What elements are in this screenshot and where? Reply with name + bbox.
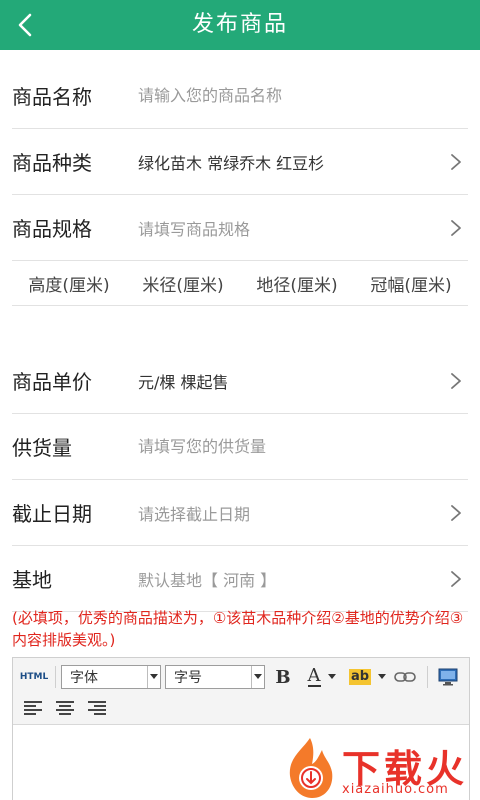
align-center-icon — [56, 701, 74, 715]
chevron-right-icon — [451, 372, 461, 389]
font-size-select[interactable]: 字号 — [165, 665, 265, 689]
product-category-row[interactable]: 商品种类 绿化苗木 常绿乔木 红豆杉 — [12, 129, 468, 195]
chevron-right-icon — [451, 153, 461, 170]
base-label: 基地 — [12, 568, 52, 592]
product-name-label: 商品名称 — [12, 85, 92, 109]
highlight-color-button[interactable]: ab — [345, 665, 391, 689]
spec-column-crown-width: 冠幅(厘米) — [370, 275, 452, 296]
unit-price-value: 元/棵 棵起售 — [138, 372, 229, 392]
dropdown-arrow-icon — [251, 666, 264, 688]
product-category-value: 绿化苗木 常绿乔木 红豆杉 — [138, 153, 325, 173]
font-family-select[interactable]: 字体 — [61, 665, 161, 689]
product-name-input[interactable] — [138, 86, 438, 105]
editor-toolbar: HTML 字体 字号 B A ab — [13, 658, 469, 725]
chevron-right-icon — [451, 504, 461, 521]
supply-row: 供货量 — [12, 414, 468, 480]
publish-product-page: 发布商品 商品名称 商品种类 绿化苗木 常绿乔木 红豆杉 商品规格 请填写商品规… — [0, 0, 480, 800]
spec-columns: 高度(厘米) 米径(厘米) 地径(厘米) 冠幅(厘米) — [12, 261, 468, 306]
product-form: 商品名称 商品种类 绿化苗木 常绿乔木 红豆杉 商品规格 请填写商品规格 高度(… — [0, 63, 480, 612]
highlight-icon: ab — [348, 669, 372, 685]
bold-button[interactable]: B — [271, 665, 295, 689]
product-name-row: 商品名称 — [12, 63, 468, 129]
chevron-right-icon — [451, 570, 461, 587]
flame-logo-icon — [289, 738, 333, 798]
product-spec-row[interactable]: 商品规格 请填写商品规格 — [12, 195, 468, 261]
dropdown-arrow-icon — [378, 674, 387, 679]
supply-label: 供货量 — [12, 436, 72, 460]
align-right-button[interactable] — [85, 696, 109, 720]
deadline-label: 截止日期 — [12, 502, 92, 526]
align-left-icon — [24, 701, 42, 715]
app-header: 发布商品 — [0, 0, 480, 50]
deadline-row[interactable]: 截止日期 请选择截止日期 — [12, 480, 468, 546]
font-size-value: 字号 — [174, 670, 202, 686]
monitor-icon — [438, 668, 458, 686]
product-category-label: 商品种类 — [12, 151, 92, 175]
font-color-icon: A — [307, 665, 321, 687]
dropdown-arrow-icon — [327, 674, 336, 679]
font-color-button[interactable]: A — [301, 665, 343, 689]
page-title: 发布商品 — [191, 12, 288, 37]
font-family-value: 字体 — [70, 670, 98, 686]
dropdown-arrow-icon — [147, 666, 160, 688]
align-center-button[interactable] — [53, 696, 77, 720]
spec-column-height: 高度(厘米) — [28, 275, 110, 296]
link-icon — [394, 672, 416, 682]
site-watermark: 下载火 xiazaihuo.com — [282, 736, 480, 800]
unit-price-row[interactable]: 商品单价 元/棵 棵起售 — [12, 348, 468, 414]
chevron-right-icon — [451, 219, 461, 236]
spec-column-meter-diameter: 米径(厘米) — [142, 275, 224, 296]
description-notice: (必填项，优秀的商品描述为，①该苗木品种介绍②基地的优势介绍③内容排版美观。) — [12, 609, 464, 649]
product-spec-label: 商品规格 — [12, 217, 92, 241]
align-left-button[interactable] — [21, 696, 45, 720]
product-spec-placeholder: 请填写商品规格 — [138, 219, 251, 239]
html-source-button[interactable]: HTML — [19, 667, 49, 687]
base-row[interactable]: 基地 默认基地【 河南 】 — [12, 546, 468, 612]
watermark-url: xiazaihuo.com — [342, 782, 449, 797]
unit-price-label: 商品单价 — [12, 370, 92, 394]
preview-button[interactable] — [435, 665, 461, 689]
link-button[interactable] — [393, 665, 417, 689]
base-value: 默认基地【 河南 】 — [138, 570, 277, 590]
supply-input[interactable] — [138, 437, 438, 456]
deadline-placeholder: 请选择截止日期 — [138, 504, 251, 524]
spec-column-ground-diameter: 地径(厘米) — [256, 275, 338, 296]
align-right-icon — [88, 701, 106, 715]
